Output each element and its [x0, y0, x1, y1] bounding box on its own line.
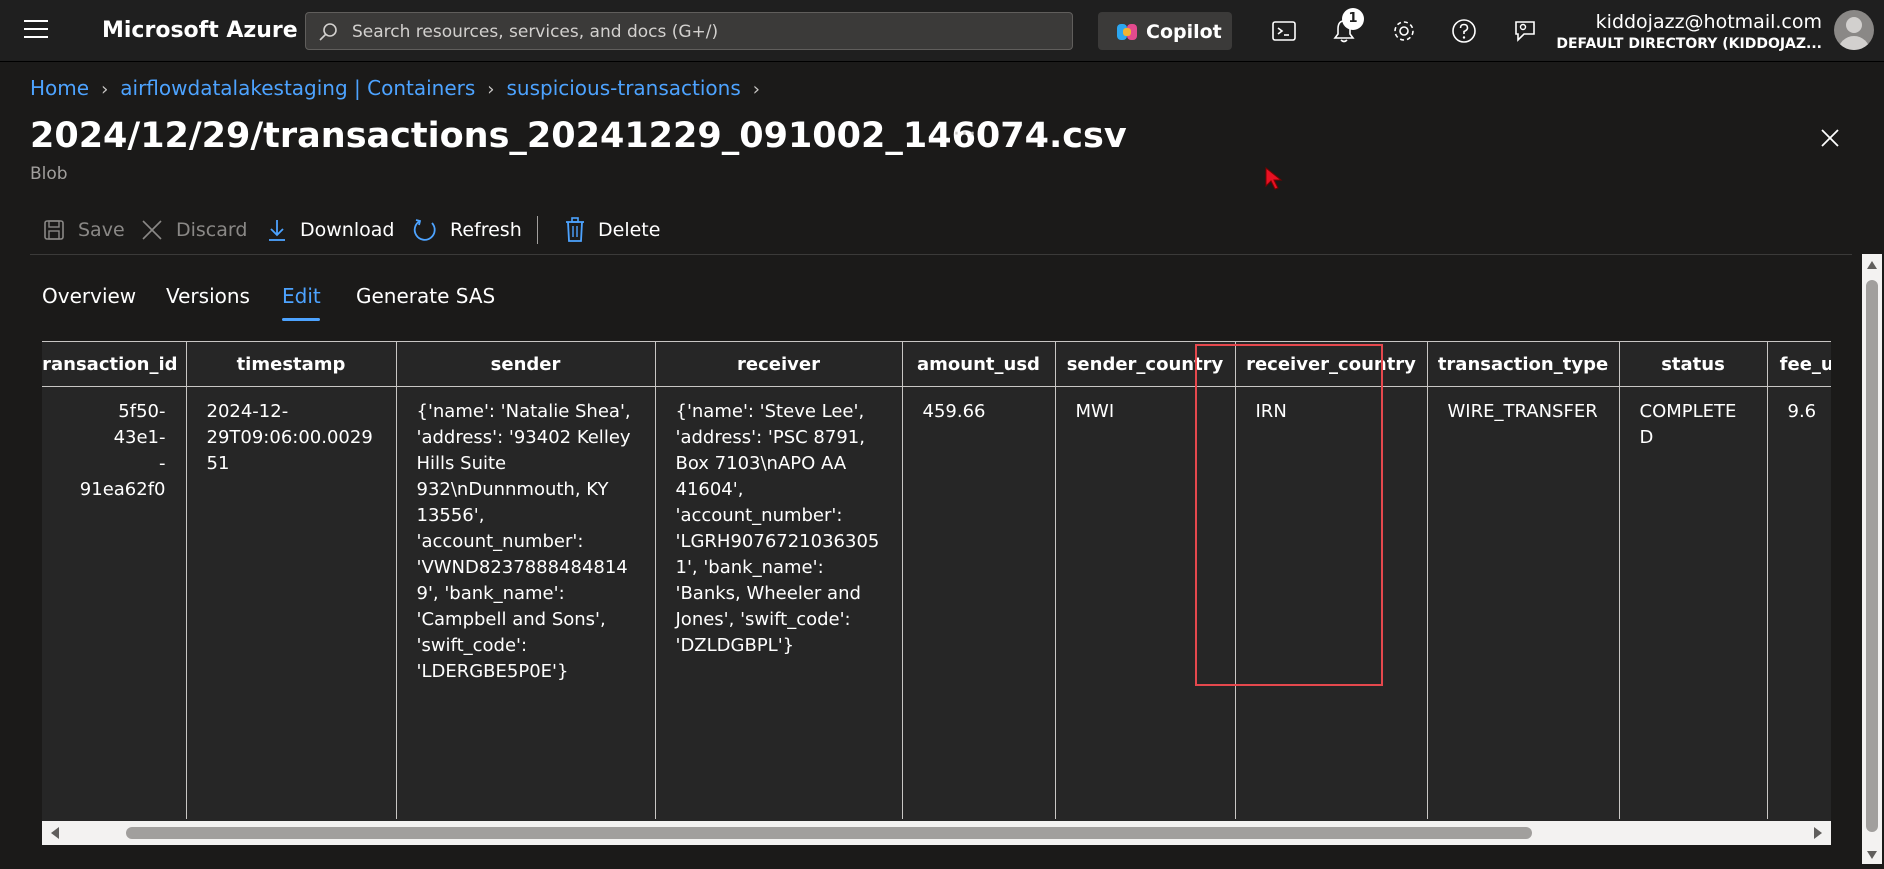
- chevron-right-icon: ›: [752, 79, 760, 100]
- column-header[interactable]: fee_usd: [1767, 341, 1831, 387]
- vertical-scrollbar[interactable]: [1862, 254, 1882, 864]
- breadcrumb: Home › airflowdatalakestaging | Containers…: [30, 76, 772, 100]
- column-header[interactable]: amount_usd: [902, 341, 1056, 387]
- table-cell[interactable]: IRN: [1235, 386, 1428, 819]
- discard-button[interactable]: Discard: [140, 210, 247, 250]
- scrollbar-thumb[interactable]: [1866, 280, 1878, 832]
- table-row: 5f50- 43e1- - 91ea62f0 2024-12-29T09:06:…: [42, 386, 1831, 819]
- copilot-icon: [1117, 24, 1137, 40]
- table-cell[interactable]: WIRE_TRANSFER: [1427, 386, 1620, 819]
- scroll-up-icon[interactable]: [1866, 260, 1878, 270]
- download-label: Download: [300, 219, 395, 241]
- brand-title[interactable]: Microsoft Azure: [102, 18, 298, 43]
- scroll-down-icon[interactable]: [1866, 850, 1878, 860]
- refresh-label: Refresh: [450, 219, 522, 241]
- column-header[interactable]: sender_country: [1055, 341, 1236, 387]
- save-button[interactable]: Save: [42, 210, 125, 250]
- header-row: transaction_id timestamp sender receiver…: [42, 341, 1831, 387]
- table-cell[interactable]: 459.66: [902, 386, 1056, 819]
- breadcrumb-home[interactable]: Home: [30, 76, 89, 100]
- save-label: Save: [78, 219, 125, 241]
- column-header[interactable]: receiver: [655, 341, 903, 387]
- horizontal-scrollbar[interactable]: [42, 821, 1831, 845]
- menu-icon[interactable]: [24, 20, 48, 40]
- chevron-right-icon: ›: [101, 79, 109, 100]
- delete-button[interactable]: Delete: [564, 210, 660, 250]
- tab-versions[interactable]: Versions: [166, 284, 250, 308]
- scrollbar-thumb[interactable]: [126, 827, 1532, 839]
- tab-generate-sas[interactable]: Generate SAS: [356, 284, 495, 308]
- column-header[interactable]: sender: [396, 341, 656, 387]
- search-icon: [319, 23, 337, 41]
- avatar[interactable]: [1834, 10, 1874, 50]
- column-header[interactable]: transaction_id: [42, 341, 187, 387]
- download-button[interactable]: Download: [266, 210, 394, 250]
- delete-label: Delete: [598, 219, 661, 241]
- active-tab-indicator: [282, 318, 320, 321]
- search-box[interactable]: [305, 12, 1073, 51]
- feedback-icon[interactable]: [1510, 17, 1538, 45]
- trash-icon: [566, 217, 584, 242]
- breadcrumb-container[interactable]: suspicious-transactions: [506, 76, 740, 100]
- column-header[interactable]: transaction_type: [1427, 341, 1620, 387]
- column-header[interactable]: status: [1619, 341, 1768, 387]
- column-header[interactable]: timestamp: [186, 341, 397, 387]
- column-header[interactable]: receiver_country: [1235, 341, 1428, 387]
- help-icon[interactable]: [1450, 17, 1478, 45]
- refresh-icon: [413, 219, 436, 241]
- table-cell[interactable]: MWI: [1055, 386, 1236, 819]
- download-icon: [269, 220, 285, 241]
- command-bar: Save Discard Download Refresh Delete: [30, 210, 1850, 250]
- page-subtitle: Blob: [30, 164, 68, 184]
- copilot-button[interactable]: Copilot: [1098, 12, 1232, 50]
- close-icon[interactable]: [1818, 126, 1842, 150]
- table-cell[interactable]: 9.6: [1767, 386, 1831, 819]
- account-directory[interactable]: DEFAULT DIRECTORY (KIDDOJAZ...: [1556, 36, 1822, 52]
- table-cell[interactable]: 2024-12-29T09:06:00.002951: [186, 386, 397, 819]
- notification-badge: 1: [1342, 8, 1364, 30]
- chevron-right-icon: ›: [487, 79, 495, 100]
- tab-overview[interactable]: Overview: [42, 284, 136, 308]
- mouse-cursor-icon: [1265, 166, 1283, 190]
- cloud-shell-icon[interactable]: [1270, 17, 1298, 45]
- tab-edit[interactable]: Edit: [282, 284, 321, 308]
- csv-grid[interactable]: transaction_id timestamp sender receiver…: [42, 341, 1831, 821]
- discard-icon: [142, 220, 162, 240]
- table-cell[interactable]: COMPLETED: [1619, 386, 1768, 819]
- more-options-button[interactable]: ···: [953, 122, 977, 147]
- account-email[interactable]: kiddojazz@hotmail.com: [1596, 11, 1822, 33]
- refresh-button[interactable]: Refresh: [412, 210, 522, 250]
- search-input[interactable]: [350, 13, 1054, 51]
- divider: [30, 254, 1852, 255]
- discard-label: Discard: [176, 219, 248, 241]
- save-icon: [44, 220, 64, 240]
- toolbar-divider: [537, 216, 538, 244]
- table-cell[interactable]: {'name': 'Natalie Shea', 'address': '934…: [396, 386, 656, 819]
- table-cell[interactable]: {'name': 'Steve Lee', 'address': 'PSC 87…: [655, 386, 903, 819]
- copilot-label: Copilot: [1146, 21, 1222, 43]
- scroll-left-icon[interactable]: [50, 826, 60, 840]
- breadcrumb-containers[interactable]: airflowdatalakestaging | Containers: [120, 76, 475, 100]
- csv-table: transaction_id timestamp sender receiver…: [42, 341, 1831, 819]
- top-bar: Microsoft Azure Copilot 1: [0, 0, 1884, 62]
- settings-gear-icon[interactable]: [1390, 17, 1418, 45]
- table-cell[interactable]: 5f50- 43e1- - 91ea62f0: [42, 386, 187, 819]
- scroll-right-icon[interactable]: [1813, 826, 1823, 840]
